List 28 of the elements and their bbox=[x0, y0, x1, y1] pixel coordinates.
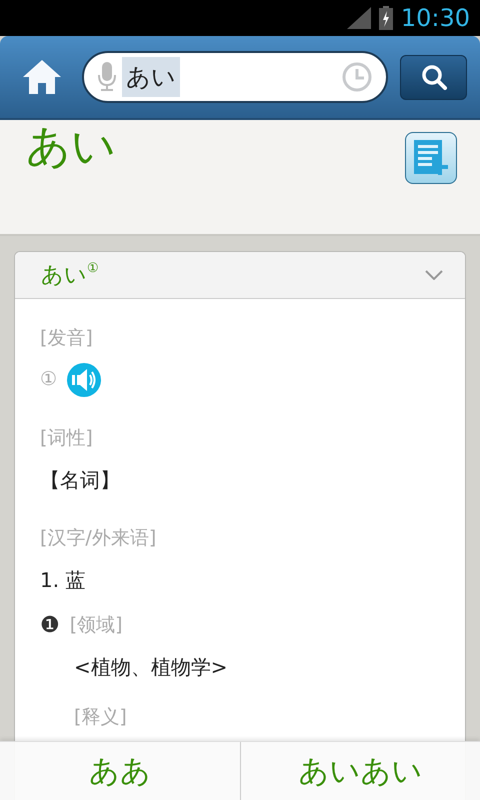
search-field[interactable]: あい bbox=[82, 51, 388, 103]
sense-number: ❶ bbox=[40, 612, 60, 640]
related-word-link[interactable]: ああ bbox=[89, 748, 151, 794]
microphone-icon bbox=[98, 62, 116, 92]
entry-text: 【名词】 bbox=[40, 466, 120, 494]
section-label: [发音] bbox=[40, 326, 93, 352]
entry-text: 1. 蓝 bbox=[40, 566, 86, 594]
section-label: [汉字/外来语] bbox=[40, 526, 156, 552]
entry-text: <植物、植物学> bbox=[74, 654, 228, 680]
list-add-icon bbox=[414, 140, 448, 176]
search-button[interactable] bbox=[400, 54, 467, 100]
battery-icon bbox=[378, 6, 393, 30]
section-label: [领域] bbox=[70, 613, 123, 638]
entry-header[interactable]: あい$^{①}$ bbox=[15, 252, 465, 299]
search-icon bbox=[420, 64, 446, 90]
add-to-wordbook-button[interactable] bbox=[405, 132, 457, 184]
entry-title: あい$^{①}$ bbox=[41, 260, 99, 290]
clock-time: 10:30 bbox=[400, 6, 470, 30]
pronunciation-number: ① bbox=[40, 367, 58, 392]
chevron-icon[interactable] bbox=[425, 270, 443, 280]
signal-icon bbox=[346, 7, 371, 29]
related-word-link[interactable]: あいあい bbox=[298, 748, 422, 794]
speaker-icon bbox=[72, 368, 96, 390]
selected-query-text: あい bbox=[122, 57, 180, 97]
section-label: [释义] bbox=[74, 705, 127, 730]
home-icon bbox=[23, 60, 61, 94]
headword: あい bbox=[26, 125, 116, 174]
section-label: [词性] bbox=[40, 426, 93, 452]
